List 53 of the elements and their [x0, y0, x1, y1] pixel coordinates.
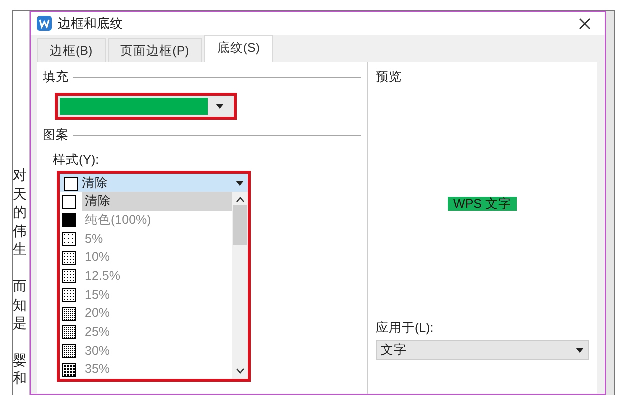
- list-option[interactable]: 30%: [60, 342, 232, 360]
- pattern-swatch-icon: [62, 306, 76, 321]
- pattern-swatch-icon: [62, 288, 76, 302]
- list-option[interactable]: 10%: [60, 248, 232, 267]
- scroll-up-icon[interactable]: [236, 197, 244, 204]
- document-text: 而: [13, 276, 28, 296]
- fill-color-dropdown[interactable]: [55, 92, 237, 120]
- field-label: 样式(Y):: [53, 152, 100, 169]
- caret-icon: [236, 180, 244, 186]
- field-label: 应用于(L):: [376, 320, 434, 338]
- pattern-swatch-icon: [62, 325, 76, 340]
- list-option[interactable]: 12.5%: [60, 267, 232, 286]
- list-option[interactable]: 纯色(100%): [60, 210, 232, 230]
- list-option[interactable]: 25%: [60, 323, 232, 342]
- tab[interactable]: 页面边框(P): [108, 38, 202, 62]
- group-label: 预览: [376, 69, 402, 86]
- document-text: 伟: [13, 222, 28, 240]
- window-title: 边框和底纹: [58, 14, 123, 33]
- document-text: 婴: [13, 350, 28, 370]
- list-option[interactable]: 20%: [60, 304, 232, 324]
- tab[interactable]: 边框(B): [37, 38, 106, 62]
- pattern-swatch-icon: [62, 269, 76, 284]
- pattern-swatch-icon: [62, 232, 76, 246]
- list-option[interactable]: 15%: [60, 286, 232, 304]
- document-text: 是: [13, 314, 28, 333]
- scrollbar-thumb[interactable]: [233, 205, 247, 246]
- document-text: 天: [13, 184, 28, 204]
- preview-sample: WPS 文字: [448, 196, 518, 211]
- document-text: 知: [13, 296, 28, 314]
- app-logo-icon: [37, 16, 52, 31]
- style-dropdown[interactable]: 清除 清除 纯色(100%) 5% 10% 12.5% 15% 20% 25% 30% 35%: [57, 171, 251, 382]
- list-option[interactable]: 5%: [60, 230, 232, 248]
- document-text: 对: [13, 166, 28, 185]
- caret-icon: [576, 348, 584, 352]
- document-text: 的: [13, 203, 28, 222]
- group-label: 填充: [43, 69, 69, 86]
- tab[interactable]: 底纹(S): [204, 35, 274, 62]
- scroll-down-icon[interactable]: [236, 368, 244, 374]
- pattern-swatch-icon: [62, 213, 76, 228]
- close-icon[interactable]: [579, 18, 591, 30]
- pattern-swatch-icon: [62, 194, 76, 209]
- pattern-swatch-icon: [62, 344, 76, 358]
- caret-icon: [216, 104, 224, 109]
- apply-to-dropdown[interactable]: 文字: [376, 340, 589, 360]
- list-option[interactable]: 35%: [60, 360, 232, 380]
- pattern-swatch-icon: [62, 362, 76, 377]
- document-text: 和: [13, 369, 28, 388]
- dropdown-value: 清除: [82, 174, 109, 192]
- group-label: 图案: [43, 126, 69, 144]
- pattern-swatch-icon: [62, 250, 76, 265]
- pattern-swatch-icon: [64, 176, 78, 191]
- scrollbar[interactable]: [232, 192, 248, 380]
- document-text: 生: [13, 240, 28, 259]
